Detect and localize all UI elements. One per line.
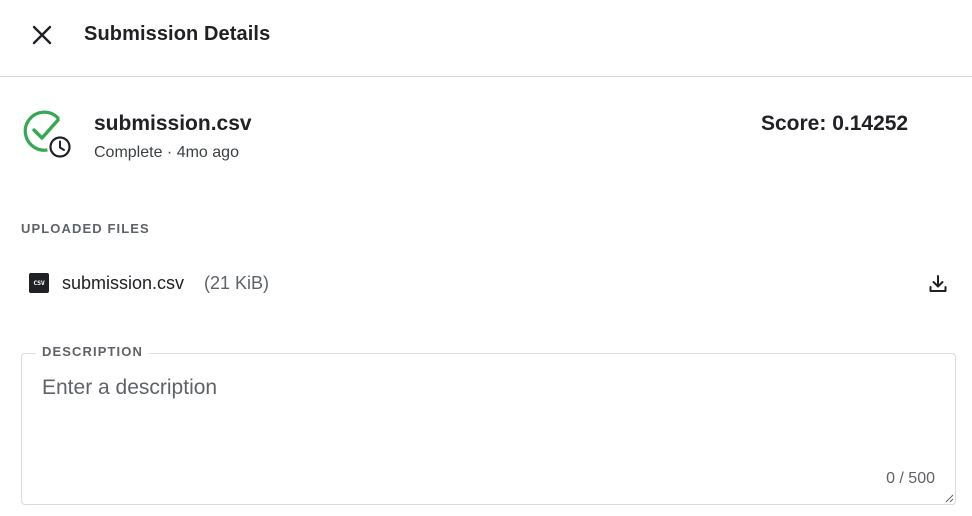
description-input[interactable] (42, 376, 922, 456)
dialog-header: Submission Details (0, 0, 972, 77)
uploaded-file-row: CSV submission.csv (21 KiB) (21, 262, 956, 304)
status-icon (22, 110, 76, 164)
close-button[interactable] (24, 17, 60, 53)
resize-handle-icon[interactable] (944, 493, 954, 503)
uploaded-file-size: (21 KiB) (204, 273, 270, 293)
check-circle-clock-icon (23, 110, 73, 160)
uploaded-files-heading: UPLOADED FILES (21, 221, 150, 236)
submission-status: Complete · 4mo ago (94, 144, 239, 161)
csv-file-icon: CSV (29, 273, 49, 293)
description-label: DESCRIPTION (36, 344, 149, 359)
close-icon (32, 25, 52, 45)
description-field: 0 / 500 (21, 353, 956, 505)
download-icon (929, 275, 947, 292)
download-button[interactable] (925, 271, 951, 297)
character-counter: 0 / 500 (886, 470, 935, 487)
page-title: Submission Details (84, 23, 271, 45)
submission-score: Score: 0.14252 (761, 112, 909, 135)
submission-title: submission.csv (94, 112, 252, 135)
uploaded-file-name: submission.csv (62, 273, 185, 293)
